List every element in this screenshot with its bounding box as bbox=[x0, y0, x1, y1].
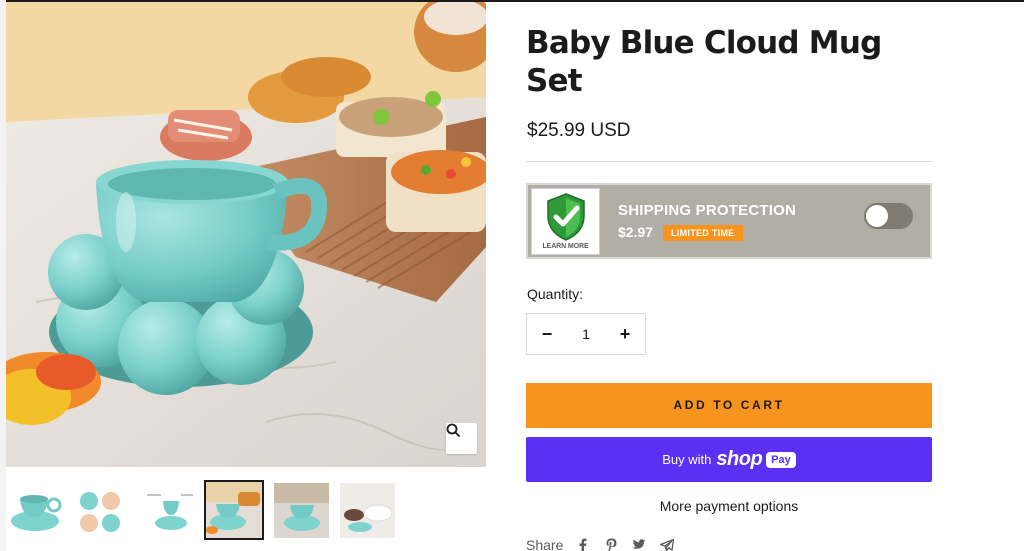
share-bar: Share bbox=[526, 536, 688, 551]
product-title: Baby Blue Cloud Mug Set bbox=[526, 25, 882, 99]
pay-logo: Pay bbox=[766, 451, 796, 468]
divider bbox=[526, 161, 932, 162]
facebook-icon[interactable] bbox=[576, 538, 590, 551]
learn-more-badge[interactable]: LEARN MORE bbox=[531, 188, 600, 255]
quantity-increase-button[interactable]: + bbox=[605, 314, 645, 354]
twitter-icon[interactable] bbox=[632, 538, 646, 551]
thumbnail-1[interactable] bbox=[8, 483, 63, 538]
email-icon[interactable] bbox=[660, 538, 675, 551]
thumbnail-6[interactable] bbox=[340, 483, 395, 538]
shipping-protection-widget: LEARN MORE SHIPPING PROTECTION $2.97 LIM… bbox=[526, 183, 932, 259]
pinterest-icon[interactable] bbox=[604, 538, 618, 551]
shop-logo: shop bbox=[716, 448, 763, 470]
quantity-decrease-button[interactable]: − bbox=[527, 314, 567, 354]
quantity-input[interactable] bbox=[567, 314, 605, 354]
shield-check-icon bbox=[547, 193, 585, 241]
thumbnail-2[interactable] bbox=[74, 483, 129, 538]
thumbnail-3[interactable] bbox=[141, 483, 196, 538]
more-payment-options-link[interactable]: More payment options bbox=[526, 498, 932, 514]
thumbnail-4-active[interactable] bbox=[204, 480, 264, 540]
quantity-stepper: − + bbox=[526, 313, 646, 355]
thumbnail-5[interactable] bbox=[274, 483, 329, 538]
thumbnail-strip bbox=[6, 480, 486, 542]
limited-time-badge: LIMITED TIME bbox=[663, 225, 743, 241]
buy-with-text: Buy with bbox=[662, 452, 712, 467]
buy-with-shop-pay-button[interactable]: Buy with shop Pay bbox=[526, 437, 932, 482]
toggle-knob bbox=[866, 205, 888, 227]
shipping-protection-title: SHIPPING PROTECTION bbox=[618, 202, 796, 219]
shipping-protection-price: $2.97 bbox=[618, 224, 654, 240]
product-price: $25.99 USD bbox=[527, 120, 631, 141]
learn-more-text: LEARN MORE bbox=[542, 243, 589, 250]
zoom-button[interactable] bbox=[446, 423, 477, 454]
product-photo-illustration bbox=[6, 2, 486, 467]
shipping-protection-toggle[interactable] bbox=[864, 203, 913, 229]
zoom-icon bbox=[446, 423, 460, 437]
share-label: Share bbox=[526, 537, 564, 551]
add-to-cart-button[interactable]: ADD TO CART bbox=[526, 383, 932, 428]
main-product-image[interactable] bbox=[6, 2, 486, 467]
quantity-label: Quantity: bbox=[527, 286, 584, 302]
